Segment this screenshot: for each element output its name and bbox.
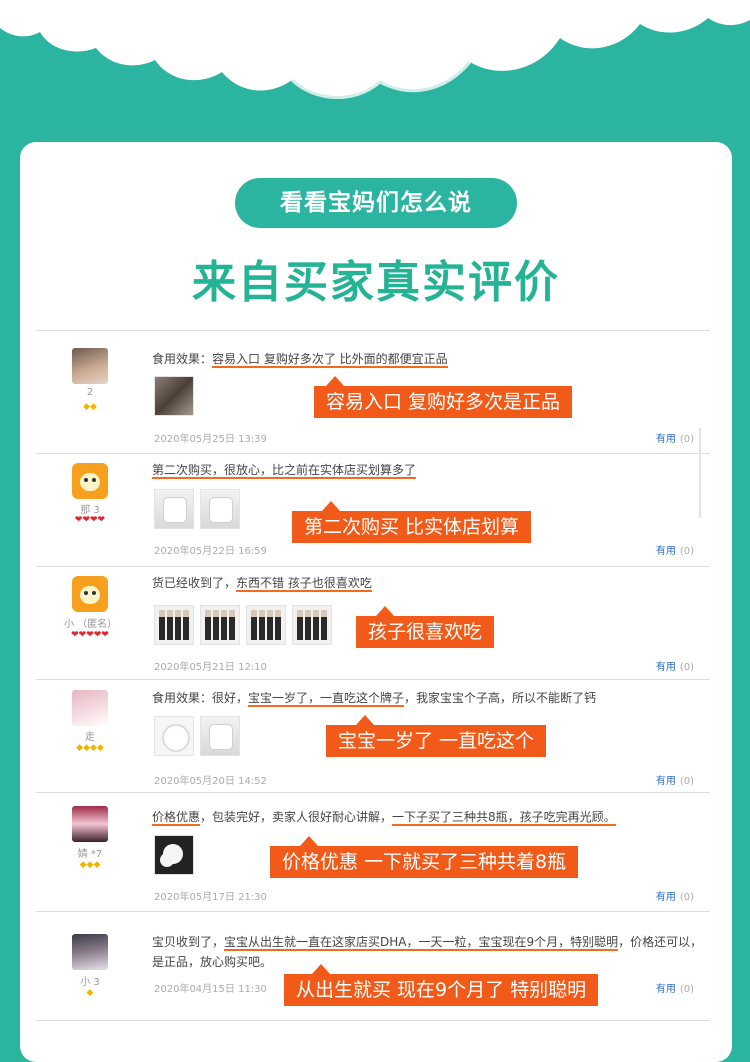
username: 婧 *7 <box>77 849 103 860</box>
avatar[interactable] <box>72 348 108 384</box>
avatar[interactable] <box>72 806 108 842</box>
rating-icons: ◆◆◆ <box>79 860 101 870</box>
review-item: 婧 *7 ◆◆◆ 价格优惠，包装完好，卖家人很好耐心讲解，一下子买了三种共8瓶，… <box>36 793 710 911</box>
review-photo[interactable] <box>200 489 240 529</box>
review-text: 货已经收到了，东西不错 孩子也很喜欢吃 <box>152 576 372 592</box>
review-text: 食用效果：容易入口 复购好多次了 比外面的都便宜正品 <box>152 352 448 368</box>
section-pill: 看看宝妈们怎么说 <box>235 178 517 228</box>
useful-link[interactable]: 有用 (0) <box>656 772 694 787</box>
avatar[interactable] <box>72 576 108 612</box>
callout-banner: 宝宝一岁了 一直吃这个 <box>326 715 547 757</box>
username: 小 3 <box>80 977 100 988</box>
cloud-banner <box>0 0 750 99</box>
review-photo[interactable] <box>292 605 332 645</box>
review-date: 2020年05月25日 13:39 <box>154 434 267 445</box>
useful-link[interactable]: 有用 (0) <box>656 658 694 673</box>
review-item: 2 ◆◆ 食用效果：容易入口 复购好多次了 比外面的都便宜正品 容易入口 复购好… <box>36 331 710 450</box>
callout-banner: 第二次购买 比实体店划算 <box>292 501 532 543</box>
review-date: 2020年04月15日 11:30 <box>154 984 267 995</box>
review-date: 2020年05月22日 16:59 <box>154 546 267 557</box>
review-item: 小 3 ◆ 宝贝收到了，宝宝从出生就一直在这家店买DHA，一天一粒，宝宝现在9个… <box>36 912 710 1020</box>
username: 小 （匿名） <box>64 619 116 630</box>
review-date: 2020年05月17日 21:30 <box>154 892 267 903</box>
divider <box>36 1020 710 1021</box>
callout-banner: 孩子很喜欢吃 <box>356 606 495 648</box>
avatar[interactable] <box>72 690 108 726</box>
review-text: 宝贝收到了，宝宝从出生就一直在这家店买DHA，一天一粒，宝宝现在9个月，特别聪明… <box>152 935 703 969</box>
thumbnails <box>154 835 200 879</box>
reviews-card: 看看宝妈们怎么说 来自买家真实评价 2 ◆◆ 食用效果：容易入口 复购好多次了 … <box>20 142 732 1062</box>
callout-banner: 容易入口 复购好多次是正品 <box>314 376 573 418</box>
useful-link[interactable]: 有用 (0) <box>656 430 694 445</box>
review-photo[interactable] <box>154 835 194 875</box>
review-photo[interactable] <box>154 489 194 529</box>
review-photo[interactable] <box>154 605 194 645</box>
review-item: 小 （匿名） ❤❤❤❤❤ 货已经收到了，东西不错 孩子也很喜欢吃 孩子很喜欢吃 … <box>36 567 710 679</box>
review-photo[interactable] <box>200 716 240 756</box>
avatar[interactable] <box>72 463 108 499</box>
thumbnails <box>154 376 200 420</box>
useful-link[interactable]: 有用 (0) <box>656 980 694 995</box>
review-photo[interactable] <box>154 376 194 416</box>
review-photo[interactable] <box>154 716 194 756</box>
username: 2 <box>86 387 94 398</box>
review-item: 走 ◆◆◆◆ 食用效果：很好，宝宝一岁了，一直吃这个牌子，我家宝宝个子高，所以不… <box>36 680 710 792</box>
useful-link[interactable]: 有用 (0) <box>656 542 694 557</box>
rating-icons: ◆◆ <box>83 402 97 412</box>
review-date: 2020年05月20日 14:52 <box>154 776 267 787</box>
page-title: 来自买家真实评价 <box>192 257 560 308</box>
useful-link[interactable]: 有用 (0) <box>656 888 694 903</box>
review-item: 那 3 ❤❤❤❤ 第二次购买，很放心，比之前在实体店买划算多了 第二次购买 比实… <box>36 454 710 566</box>
review-photo[interactable] <box>200 605 240 645</box>
callout-banner: 从出生就买 现在9个月了 特别聪明 <box>284 964 599 1006</box>
review-text: 价格优惠，包装完好，卖家人很好耐心讲解，一下子买了三种共8瓶，孩子吃完再光顾。 <box>152 810 616 826</box>
review-photo[interactable] <box>246 605 286 645</box>
username: 那 3 <box>80 505 100 516</box>
scrollbar[interactable] <box>699 428 701 518</box>
callout-banner: 价格优惠 一下就买了三种共着8瓶 <box>270 836 579 878</box>
thumbnails <box>154 489 246 533</box>
avatar[interactable] <box>72 934 108 970</box>
rating-icons: ◆ <box>86 988 94 998</box>
username: 走 <box>85 732 95 743</box>
rating-icons: ❤❤❤❤❤ <box>71 630 109 640</box>
review-date: 2020年05月21日 12:10 <box>154 662 267 673</box>
review-text: 食用效果：很好，宝宝一岁了，一直吃这个牌子，我家宝宝个子高，所以不能断了钙 <box>152 691 597 707</box>
review-text: 第二次购买，很放心，比之前在实体店买划算多了 <box>152 463 417 479</box>
thumbnails <box>154 716 246 760</box>
rating-icons: ❤❤❤❤ <box>74 515 106 525</box>
rating-icons: ◆◆◆◆ <box>76 743 104 753</box>
thumbnails <box>154 605 338 649</box>
